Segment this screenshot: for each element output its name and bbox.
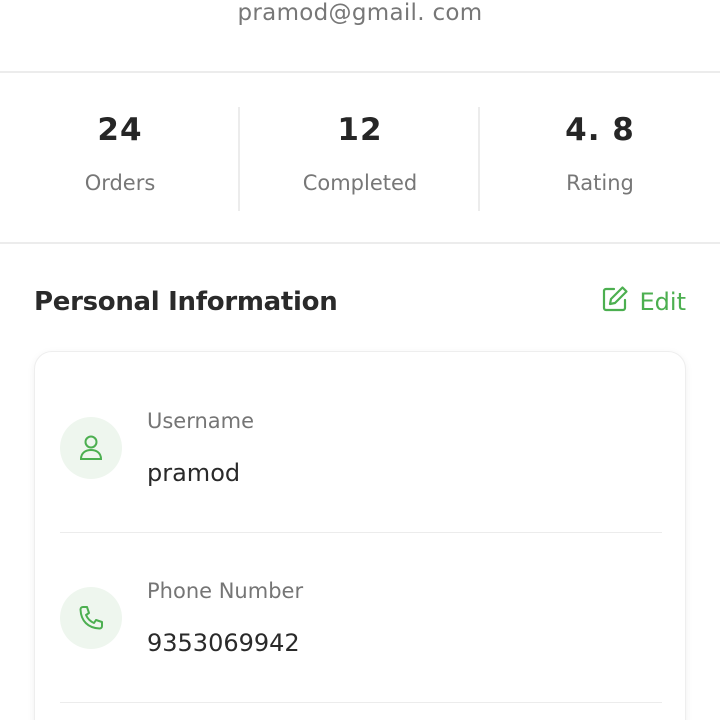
- username-label: Username: [147, 409, 255, 433]
- stat-completed[interactable]: 12 Completed: [240, 74, 480, 242]
- stat-rating[interactable]: 4. 8 Rating: [480, 74, 720, 242]
- personal-info-card: Username pramod Phone Number 9353069942: [34, 351, 686, 720]
- edit-icon: [600, 284, 630, 320]
- phone-value: 9353069942: [147, 629, 300, 657]
- phone-label: Phone Number: [147, 579, 304, 603]
- edit-label: Edit: [639, 288, 686, 316]
- stat-label: Orders: [84, 171, 156, 195]
- profile-page: pramod@gmail. com 24 Orders 12 Completed…: [0, 0, 720, 720]
- section-header: Personal Information Edit: [34, 282, 686, 322]
- stat-value: 24: [97, 112, 143, 148]
- stats-bar: 24 Orders 12 Completed 4. 8 Rating: [0, 74, 720, 242]
- info-row-phone[interactable]: Phone Number 9353069942: [35, 572, 687, 692]
- row-divider: [60, 532, 662, 533]
- divider: [0, 71, 720, 73]
- info-row-username[interactable]: Username pramod: [35, 402, 687, 522]
- username-value: pramod: [147, 459, 241, 487]
- stat-orders[interactable]: 24 Orders: [0, 74, 240, 242]
- row-divider: [60, 702, 662, 703]
- stat-label: Completed: [302, 171, 418, 195]
- stat-value: 12: [337, 112, 383, 148]
- section-title: Personal Information: [34, 287, 338, 317]
- stat-value: 4. 8: [565, 112, 635, 148]
- edit-button[interactable]: Edit: [600, 284, 686, 320]
- profile-email: pramod@gmail. com: [237, 0, 483, 26]
- phone-icon: [60, 587, 122, 649]
- stat-label: Rating: [566, 171, 634, 195]
- divider: [0, 242, 720, 244]
- user-icon: [60, 417, 122, 479]
